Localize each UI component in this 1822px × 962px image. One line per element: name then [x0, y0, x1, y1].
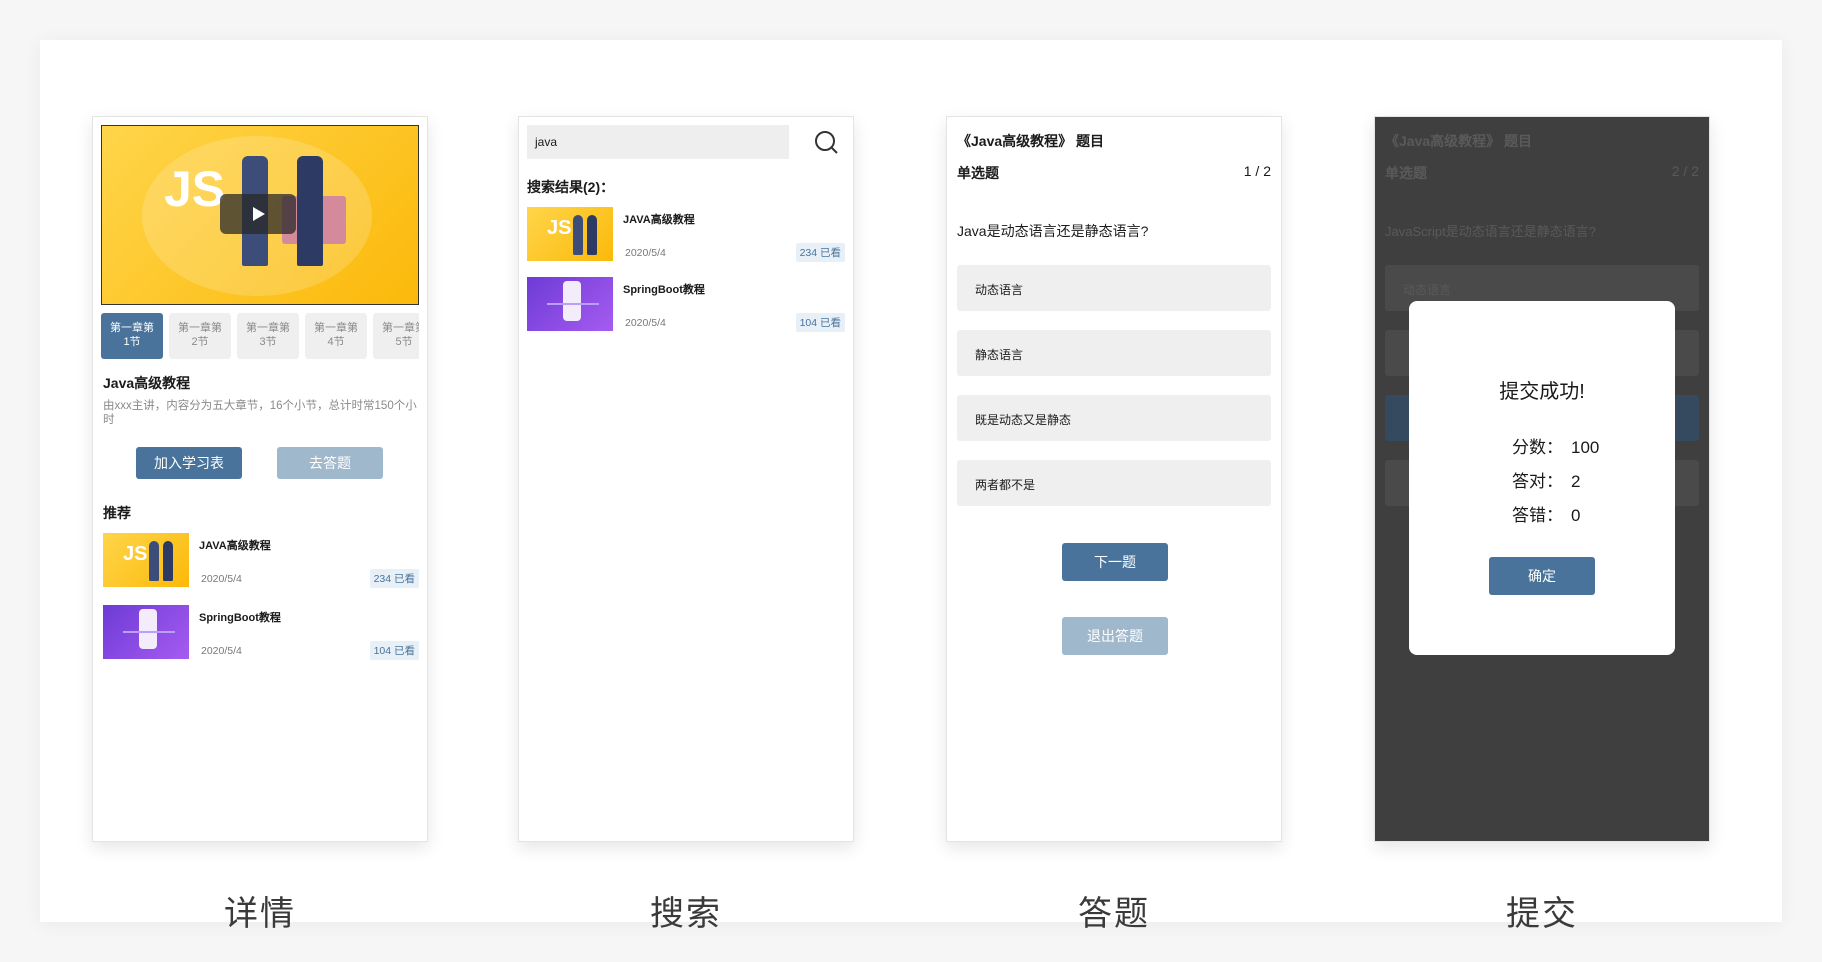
list-item-date: 2020/5/4 [201, 573, 242, 585]
thumbnail-person [573, 215, 583, 255]
hero-person-illustration [297, 156, 323, 266]
search-results-title: 搜索结果(2)： [527, 179, 615, 195]
thumbnail-person [587, 215, 597, 255]
play-icon [253, 207, 265, 221]
question-text: JavaScript是动态语言还是静态语言? [1385, 224, 1596, 239]
list-item-title: SpringBoot教程 [623, 284, 705, 296]
wrong-label: 答错： [1512, 506, 1563, 525]
submit-screen: 《Java高级教程》 题目 单选题 2 / 2 JavaScript是动态语言还… [1374, 116, 1710, 842]
exit-quiz-button[interactable]: 退出答题 [1062, 617, 1168, 655]
chapter-tab[interactable]: 第一章第 2节 [169, 313, 231, 359]
thumbnail-phone-illustration [563, 281, 581, 321]
answer-option[interactable]: 静态语言 [957, 330, 1271, 376]
thumbnail-wave [123, 631, 175, 633]
wrong-row: 答错： 0 [1497, 501, 1580, 526]
list-item-title: JAVA高级教程 [623, 214, 695, 226]
quiz-screen: 《Java高级教程》 题目 单选题 1 / 2 Java是动态语言还是静态语言?… [946, 116, 1282, 842]
wrong-value: 0 [1571, 506, 1581, 525]
thumbnail-js-logo: JS [547, 217, 572, 239]
views-badge: 234 已看 [795, 243, 845, 262]
list-item[interactable]: JS JAVA高级教程 2020/5/4 234 已看 [103, 533, 419, 589]
views-badge: 234 已看 [369, 569, 419, 588]
views-badge: 104 已看 [795, 313, 845, 332]
question-progress: 1 / 2 [1243, 163, 1271, 179]
chapter-tab[interactable]: 第一章第 4节 [305, 313, 367, 359]
question-type: 单选题 [1385, 165, 1427, 181]
list-item-title: JAVA高级教程 [199, 540, 271, 552]
quiz-title: 《Java高级教程》 题目 [957, 133, 1105, 149]
list-item[interactable]: SpringBoot教程 2020/5/4 104 已看 [103, 605, 419, 661]
thumbnail-person [163, 541, 173, 581]
play-button[interactable] [220, 194, 296, 234]
chapter-tab[interactable]: 第一章第 3节 [237, 313, 299, 359]
thumbnail-person [149, 541, 159, 581]
question-text: Java是动态语言还是静态语言? [957, 223, 1149, 239]
search-screen: java 搜索结果(2)： JS JAVA高级教程 2020/5/4 234 已… [518, 116, 854, 842]
course-thumbnail: JS [103, 533, 189, 587]
list-item-date: 2020/5/4 [201, 645, 242, 657]
course-thumbnail: JS [527, 207, 613, 261]
score-value: 100 [1571, 438, 1600, 457]
chapter-tabs: 第一章第 1节 第一章第 2节 第一章第 3节 第一章第 4节 第一章第 5节 [101, 313, 419, 359]
confirm-button[interactable]: 确定 [1489, 557, 1595, 595]
question-progress: 2 / 2 [1671, 163, 1699, 179]
score-row: 分数： 100 [1497, 433, 1599, 458]
screen-caption: 答题 [1078, 895, 1150, 933]
screen-caption: 搜索 [650, 895, 722, 933]
chapter-tab[interactable]: 第一章第 5节 [373, 313, 419, 359]
showcase-board: JS 第一章第 1节 第一章第 2节 第一章第 3节 第一章第 4节 第一章第 … [40, 40, 1782, 933]
course-thumbnail [527, 277, 613, 331]
list-item-date: 2020/5/4 [625, 247, 666, 259]
next-question-button[interactable]: 下一题 [1062, 543, 1168, 581]
submit-success-modal: 提交成功! 分数： 100 答对： 2 答错： 0 确定 [1409, 301, 1675, 655]
list-item-title: SpringBoot教程 [199, 612, 281, 624]
question-type: 单选题 [957, 165, 999, 181]
modal-title: 提交成功! [1499, 381, 1585, 403]
answer-option[interactable]: 动态语言 [957, 265, 1271, 311]
correct-label: 答对： [1512, 472, 1563, 491]
hero-js-logo: JS [164, 161, 226, 217]
chapter-tab[interactable]: 第一章第 1节 [101, 313, 163, 359]
screen-caption: 详情 [224, 895, 296, 933]
correct-value: 2 [1571, 472, 1581, 491]
go-to-quiz-button[interactable]: 去答题 [277, 447, 383, 479]
detail-screen: JS 第一章第 1节 第一章第 2节 第一章第 3节 第一章第 4节 第一章第 … [92, 116, 428, 842]
thumbnail-phone-illustration [139, 609, 157, 649]
quiz-title: 《Java高级教程》 题目 [1385, 133, 1533, 149]
course-title: Java高级教程 [103, 375, 191, 391]
thumbnail-js-logo: JS [123, 543, 148, 565]
add-to-study-list-button[interactable]: 加入学习表 [136, 447, 242, 479]
screen-caption: 提交 [1506, 895, 1578, 933]
score-label: 分数： [1512, 438, 1563, 457]
list-item-date: 2020/5/4 [625, 317, 666, 329]
thumbnail-wave [547, 303, 599, 305]
course-description: 由xxx主讲，内容分为五大章节，16个小节，总计时常150个小时 [103, 400, 417, 426]
views-badge: 104 已看 [369, 641, 419, 660]
list-item[interactable]: JS JAVA高级教程 2020/5/4 234 已看 [527, 207, 845, 263]
search-icon[interactable] [813, 129, 839, 155]
course-thumbnail [103, 605, 189, 659]
answer-option[interactable]: 两者都不是 [957, 460, 1271, 506]
list-item[interactable]: SpringBoot教程 2020/5/4 104 已看 [527, 277, 845, 333]
correct-row: 答对： 2 [1497, 467, 1580, 492]
course-video-player[interactable]: JS [101, 125, 419, 305]
answer-option[interactable]: 既是动态又是静态 [957, 395, 1271, 441]
search-input[interactable]: java [527, 125, 789, 159]
recommend-section-title: 推荐 [103, 505, 131, 521]
